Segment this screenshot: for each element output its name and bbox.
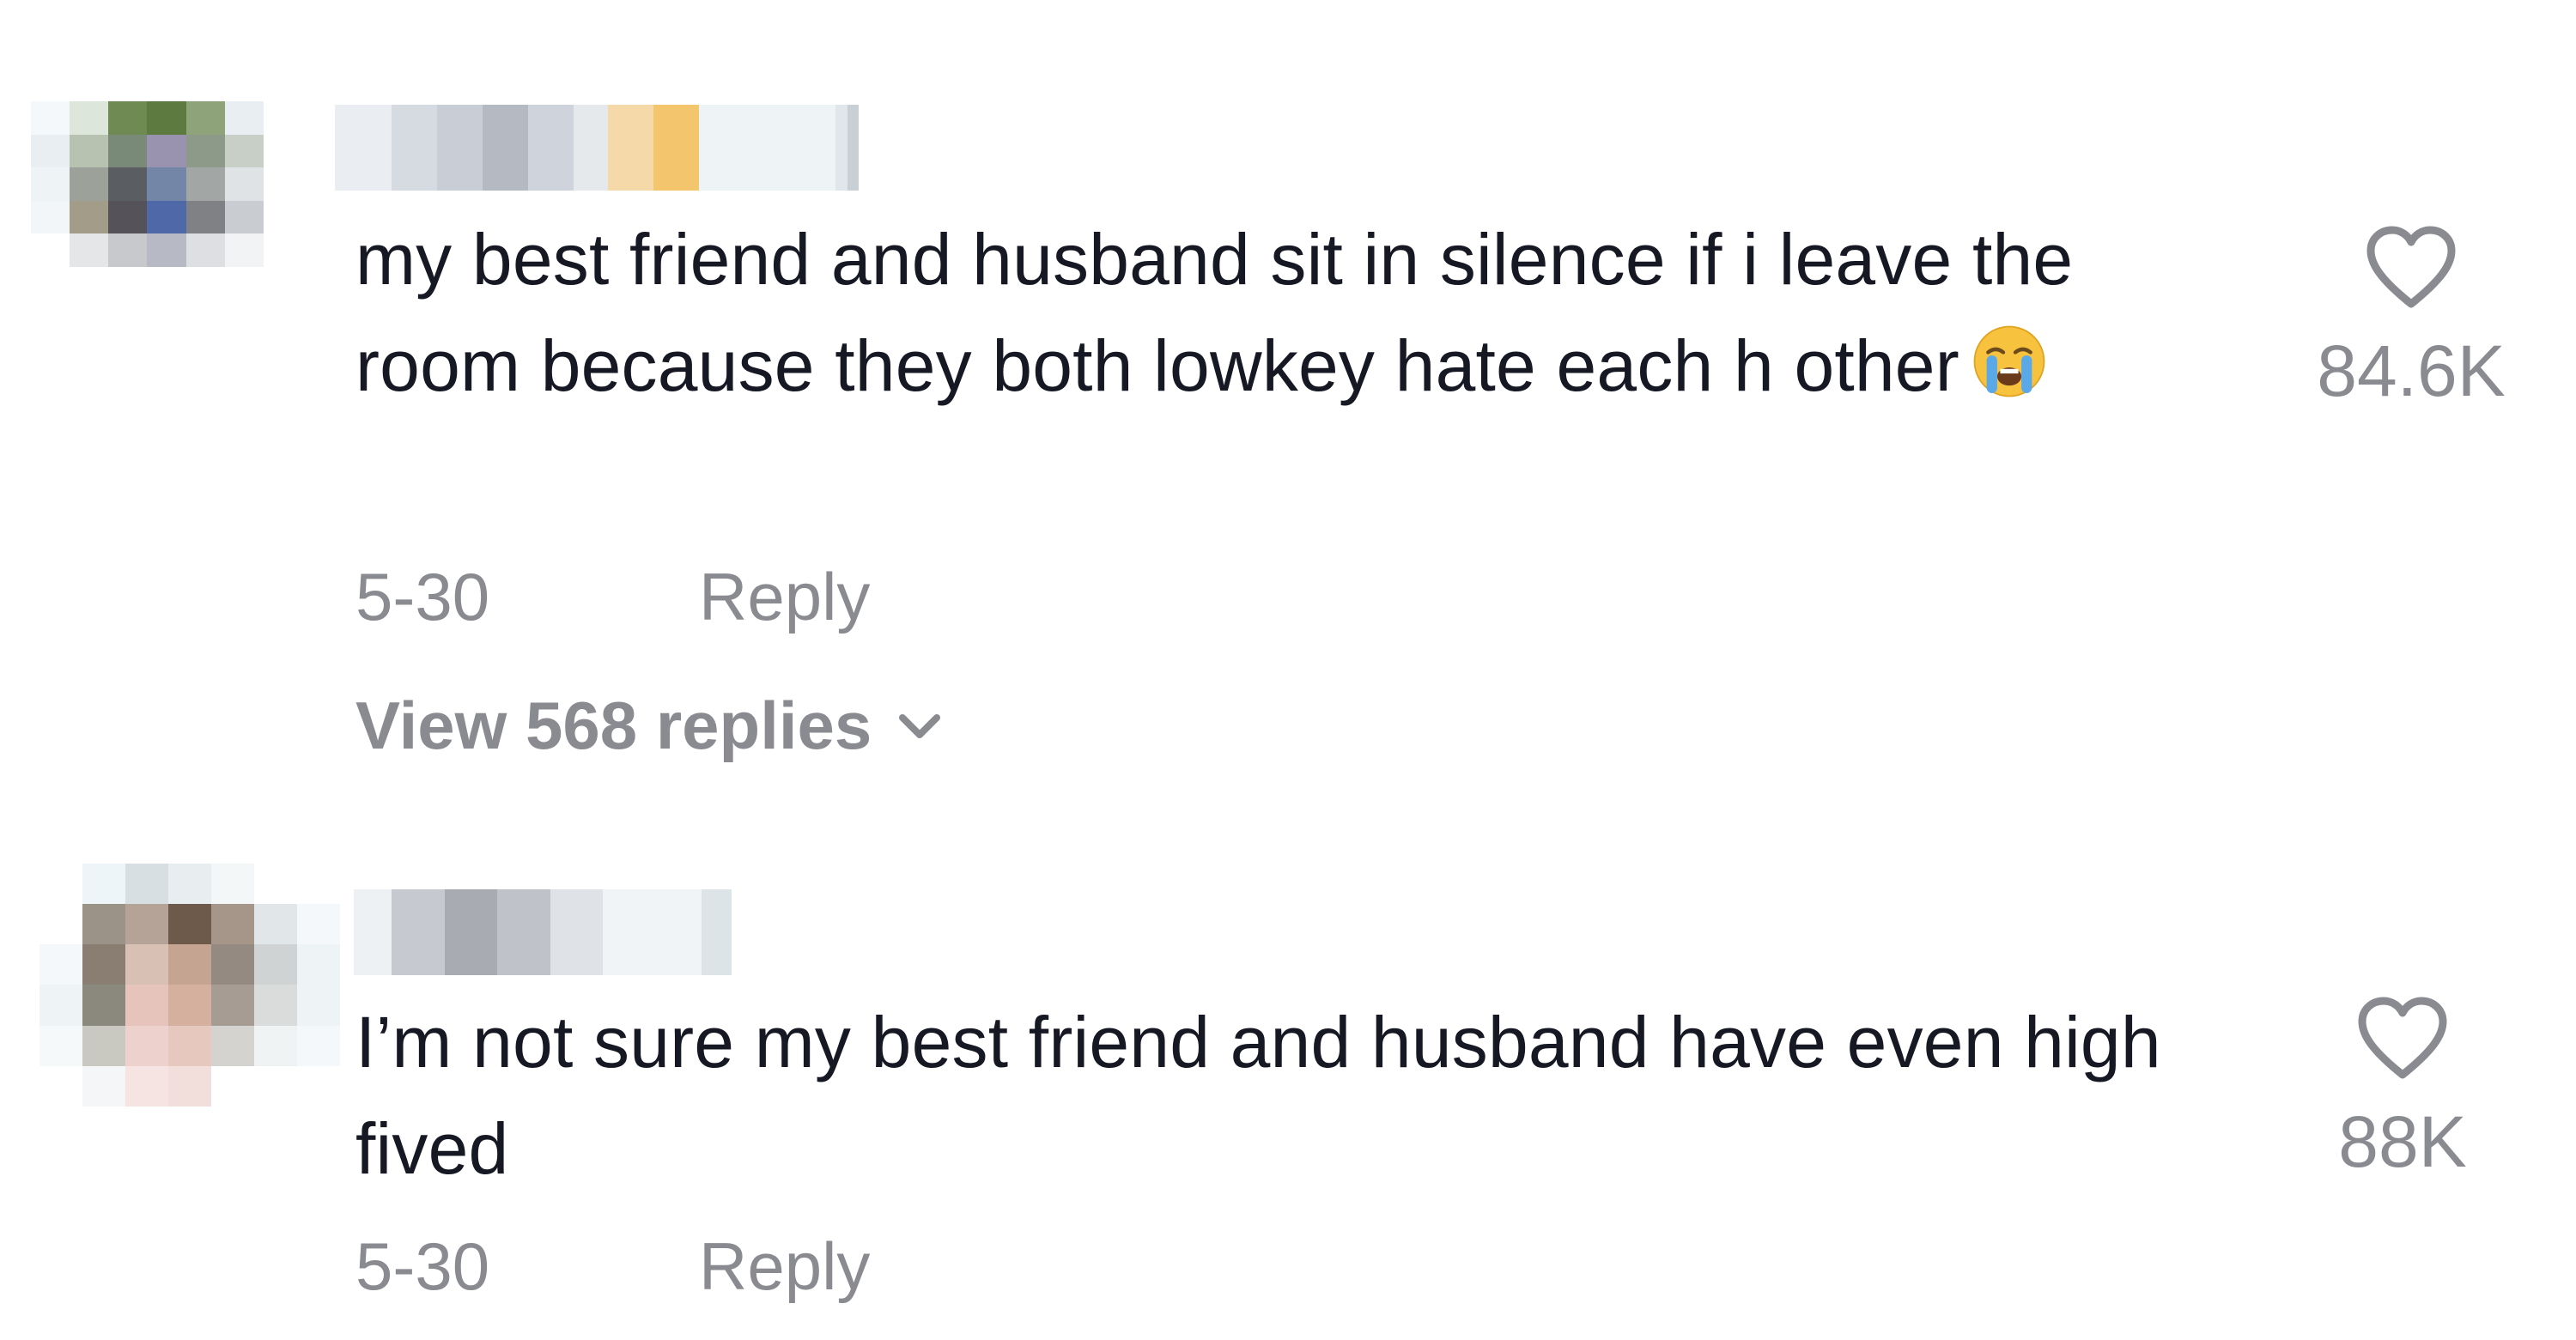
heart-outline-icon[interactable] [2364, 225, 2458, 311]
comment-meta: 5-30 Reply [355, 558, 870, 636]
comment-text: my best friend and husband sit in silenc… [355, 206, 2245, 419]
view-replies-label: View 568 replies [355, 688, 872, 763]
comment-body: I’m not sure my best friend and husband … [355, 1002, 2161, 1189]
loudly-crying-face-emoji [1971, 321, 2047, 397]
reply-button[interactable]: Reply [699, 558, 870, 636]
comment-date: 5-30 [355, 559, 490, 634]
like-control: 88K [2248, 996, 2557, 1184]
reply-button[interactable]: Reply [699, 1228, 870, 1306]
like-control: 84.6K [2257, 225, 2566, 413]
like-count: 84.6K [2317, 330, 2506, 411]
comment-item: my best friend and husband sit in silenc… [0, 0, 2576, 816]
comment-date: 5-30 [355, 1228, 490, 1304]
avatar[interactable] [39, 864, 340, 1147]
username-blurred[interactable] [335, 105, 859, 191]
comment-text: I’m not sure my best friend and husband … [355, 989, 2313, 1202]
heart-outline-icon[interactable] [2355, 996, 2450, 1082]
chevron-down-icon [899, 713, 941, 738]
username-blurred[interactable] [354, 889, 732, 975]
comment-meta: 5-30 Reply [355, 1228, 870, 1306]
comment-item: I’m not sure my best friend and husband … [0, 816, 2576, 1340]
view-replies-button[interactable]: View 568 replies [355, 687, 944, 765]
comment-body: my best friend and husband sit in silenc… [355, 219, 2074, 406]
like-count: 88K [2338, 1101, 2467, 1182]
avatar[interactable] [31, 101, 302, 333]
